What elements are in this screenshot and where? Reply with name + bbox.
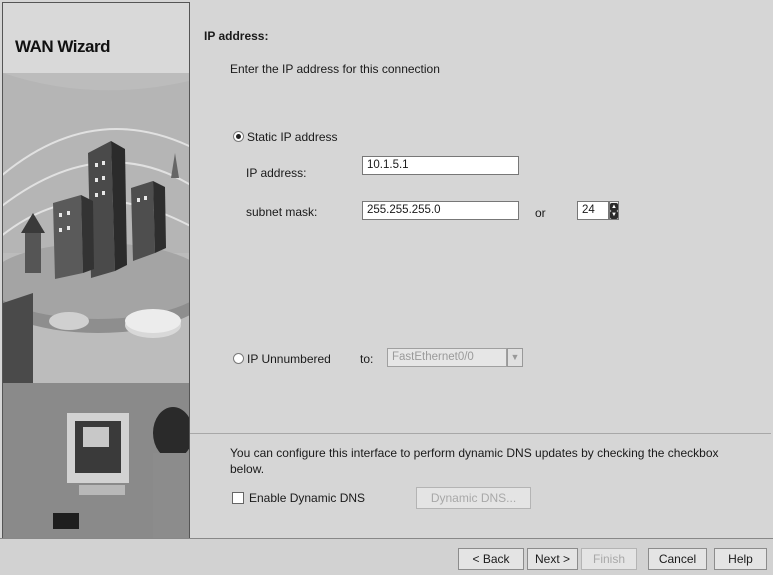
ip-address-label: IP address: [246, 166, 307, 180]
section-title: IP address: [204, 29, 269, 43]
chevron-down-icon[interactable]: ▼ [507, 348, 523, 367]
wizard-footer: < Back Next > Finish Cancel Help [0, 538, 773, 575]
prefix-length-spinner[interactable]: ▲ ▼ [609, 201, 619, 220]
static-ip-label: Static IP address [247, 130, 338, 144]
help-button[interactable]: Help [714, 548, 767, 570]
subnet-mask-label: subnet mask: [246, 205, 318, 219]
wizard-content: IP address: Enter the IP address for thi… [190, 2, 771, 538]
interface-select[interactable]: FastEthernet0/0 [387, 348, 507, 367]
wizard-title: WAN Wizard [15, 37, 110, 56]
spinner-up-icon[interactable]: ▲ [610, 203, 618, 211]
enable-dynamic-dns-checkbox[interactable] [232, 492, 244, 504]
spinner-down-icon[interactable]: ▼ [610, 211, 618, 219]
enable-dynamic-dns-label: Enable Dynamic DNS [249, 491, 366, 505]
ip-address-input[interactable]: 10.1.5.1 [362, 156, 519, 175]
dynamic-dns-button[interactable]: Dynamic DNS... [416, 487, 531, 509]
dns-note: You can configure this interface to perf… [230, 446, 719, 476]
to-label: to: [360, 352, 374, 366]
wan-wizard-window: WAN Wizard IP address: Enter the IP addr… [0, 0, 773, 575]
ip-unnumbered-label: IP Unnumbered [247, 352, 331, 366]
city-network-illustration [3, 3, 189, 539]
prefix-length-input[interactable]: 24 [577, 201, 609, 220]
static-ip-radio[interactable] [233, 131, 244, 142]
finish-button[interactable]: Finish [581, 548, 637, 570]
ip-unnumbered-radio[interactable] [233, 353, 244, 364]
subnet-mask-input[interactable]: 255.255.255.0 [362, 201, 519, 220]
wizard-side-panel: WAN Wizard [2, 2, 190, 540]
cancel-button[interactable]: Cancel [648, 548, 707, 570]
or-label: or [535, 206, 546, 220]
section-divider [190, 433, 771, 434]
instruction-text: Enter the IP address for this connection [230, 62, 440, 76]
next-button[interactable]: Next > [527, 548, 578, 570]
back-button[interactable]: < Back [458, 548, 524, 570]
